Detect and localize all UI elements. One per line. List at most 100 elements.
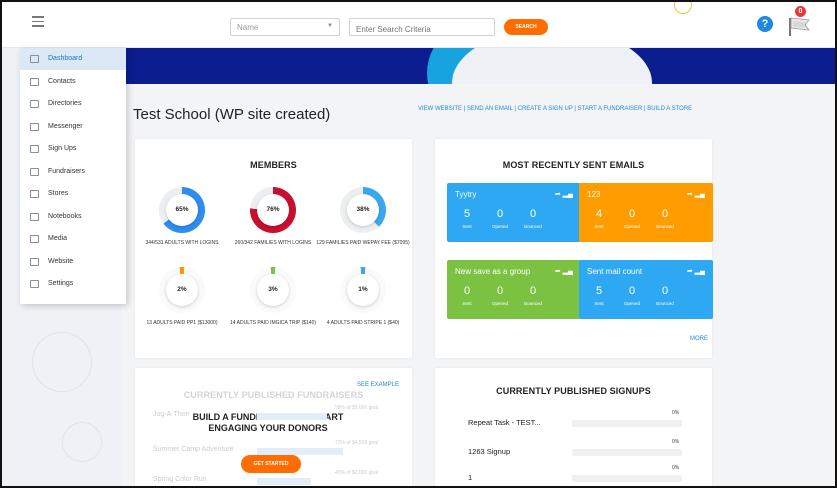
background-ornament	[32, 332, 92, 392]
signups-card: CURRENTLY PUBLISHED SIGNUPS	[435, 368, 712, 486]
email-sent-count: 5	[595, 285, 603, 297]
fundraisers-icon	[30, 167, 39, 176]
share-stats-icon[interactable]: ➦ ▂▄	[687, 190, 705, 198]
background-ornament	[62, 422, 102, 462]
signup-name[interactable]: Repeat Task - TEST...	[468, 418, 541, 427]
signups-title: CURRENTLY PUBLISHED SIGNUPS	[496, 386, 651, 396]
email-bounced-count: 0	[529, 285, 537, 297]
email-tile[interactable]: Sent mail count ➦ ▂▄ 5 Sent 0 Opened 0 Bounced	[579, 260, 713, 319]
sidebar-item-label: Media	[48, 235, 68, 242]
email-bounced-count: 0	[661, 208, 669, 220]
sidebar-item-fundraisers[interactable]: Fundraisers	[20, 161, 126, 183]
notification-count-badge: 0	[795, 6, 806, 17]
share-stats-icon[interactable]: ➦ ▂▄	[687, 267, 705, 275]
recent-emails-title: MOST RECENTLY SENT EMAILS	[502, 160, 645, 170]
member-stat-label: 129 FAMILIES PAID WEPAY FEE ($7095)	[316, 240, 410, 246]
hamburger-menu-icon[interactable]	[32, 16, 44, 27]
email-opened-count: 0	[628, 285, 636, 297]
sidebar-item-label: Directories	[48, 100, 82, 107]
recent-emails-card: MOST RECENTLY SENT EMAILS	[435, 139, 712, 358]
sign-ups-icon	[30, 145, 39, 153]
fundraiser-example-name: Summer Camp Adventure	[153, 446, 234, 453]
contacts-icon	[30, 77, 39, 86]
stores-icon	[30, 190, 39, 198]
signup-name[interactable]: 1263 Signup	[468, 447, 510, 456]
email-tile[interactable]: New save as a group ➦ ▂▄ 0 Sent 0 Opened 0 Boun…	[447, 260, 581, 319]
fundraiser-example-progress	[257, 448, 344, 455]
fundraiser-example-goal: 72% of $4,500 goal	[335, 440, 379, 446]
sidebar-item-settings[interactable]: Settings	[20, 273, 126, 295]
share-stats-icon[interactable]: ➦ ▂▄	[555, 190, 573, 198]
member-stat-label: 344/531 ADULTS WITH LOGINS	[145, 240, 219, 246]
member-donut: 76%	[250, 187, 296, 233]
member-donut: 2%	[159, 267, 205, 313]
email-sent-count: 0	[463, 285, 471, 297]
send-email-link[interactable]: SEND AN EMAIL	[467, 106, 513, 112]
view-website-link[interactable]: VIEW WEBSITE	[418, 106, 462, 112]
page-title: Test School (WP site created)	[133, 106, 331, 123]
build-store-link[interactable]: BUILD A STORE	[647, 106, 692, 112]
members-title: MEMBERS	[250, 160, 297, 170]
search-button[interactable]: SEARCH	[504, 19, 548, 35]
sidebar-item-directories[interactable]: Directories	[20, 93, 126, 115]
email-opened-label: Opened	[623, 224, 640, 229]
notebooks-icon	[30, 212, 39, 221]
fundraiser-example-goal: 45% of $2,000 goal	[335, 470, 379, 476]
signup-name[interactable]: 1	[468, 473, 472, 482]
fundraiser-example-progress	[257, 413, 327, 420]
email-bounced-label: Bounced	[656, 224, 674, 229]
sidebar-item-dashboard[interactable]: Dashboard	[20, 48, 126, 70]
sidebar-item-label: Settings	[48, 280, 74, 287]
signup-progress-bar	[572, 420, 682, 427]
sidebar-item-label: Website	[48, 257, 74, 265]
email-bounced-count: 0	[529, 208, 537, 220]
email-sent-label: Sent	[462, 301, 472, 306]
member-stat-label: 14 ADULTS PAID IMGICA TRIP ($140)	[229, 320, 317, 326]
get-started-button[interactable]: GET STARTED	[241, 455, 301, 473]
email-bounced-label: Bounced	[524, 224, 542, 229]
sidebar-item-label: Fundraisers	[48, 167, 85, 175]
help-icon[interactable]: ?	[757, 16, 773, 32]
signup-progress-bar	[572, 475, 682, 482]
share-stats-icon[interactable]: ➦ ▂▄	[555, 267, 573, 275]
sidebar-item-sign-ups[interactable]: Sign Ups	[20, 138, 126, 160]
messenger-icon	[30, 122, 39, 131]
settings-icon	[30, 280, 39, 288]
member-donut: 65%	[159, 187, 205, 233]
sidebar-item-stores[interactable]: Stores	[20, 183, 126, 205]
sidebar-item-contacts[interactable]: Contacts	[20, 71, 126, 93]
email-opened-label: Opened	[491, 301, 508, 306]
email-tile-name: New save as a group	[455, 267, 531, 276]
email-tile[interactable]: Tyytry ➦ ▂▄ 5 Sent 0 Opened 0 Bounced	[447, 183, 581, 242]
hero-banner	[122, 48, 835, 84]
search-field-select[interactable]: Name ▼	[230, 18, 340, 36]
see-example-link[interactable]: SEE EXAMPLE	[357, 382, 399, 388]
email-bounced-count: 0	[661, 285, 669, 297]
sidebar-item-label: Notebooks	[48, 212, 82, 220]
more-emails-link[interactable]: MORE	[690, 336, 708, 342]
email-sent-label: Sent	[594, 224, 604, 229]
fundraiser-example-name: Jog-A-Thon	[153, 411, 190, 418]
email-tile-name: 123	[587, 190, 601, 199]
start-fundraiser-link[interactable]: START A FUNDRAISER	[578, 106, 643, 112]
email-opened-count: 0	[496, 285, 504, 297]
signup-percent: 0%	[672, 465, 680, 471]
member-donut-percent: 65%	[166, 194, 198, 226]
sidebar-item-website[interactable]: Website	[20, 251, 126, 273]
sidebar-item-notebooks[interactable]: Notebooks	[20, 206, 126, 228]
fundraiser-example-goal: 58% of $5,000 goal	[335, 405, 379, 411]
email-sent-label: Sent	[462, 224, 472, 229]
member-stat-label: 260/342 FAMILIES WITH LOGINS	[234, 240, 312, 246]
member-donut-percent: 3%	[257, 274, 289, 306]
create-sign-up-link[interactable]: CREATE A SIGN UP	[518, 106, 573, 112]
decorative-ring-icon	[674, 2, 692, 14]
email-opened-count: 0	[628, 208, 636, 220]
member-donut-percent: 1%	[347, 274, 379, 306]
fundraisers-title: CURRENTLY PUBLISHED FUNDRAISERS	[183, 390, 364, 400]
fundraiser-example-progress	[257, 478, 311, 485]
sidebar-item-media[interactable]: Media	[20, 228, 126, 250]
search-input[interactable]	[349, 18, 495, 36]
email-tile[interactable]: 123 ➦ ▂▄ 4 Sent 0 Opened 0 Bounced	[579, 183, 713, 242]
sidebar-item-messenger[interactable]: Messenger	[20, 116, 126, 138]
signup-progress-bar	[572, 449, 682, 456]
